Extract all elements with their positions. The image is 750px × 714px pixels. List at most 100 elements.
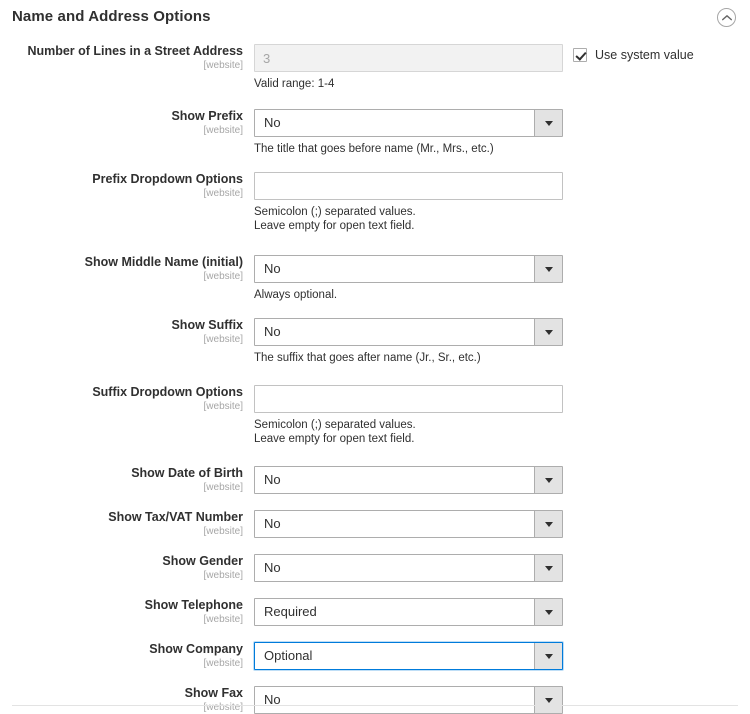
field-note: Semicolon (;) separated values.Leave emp…	[254, 205, 750, 233]
select-selected-value: No	[264, 687, 281, 713]
field-note-line: Leave empty for open text field.	[254, 219, 750, 233]
show_gender-select[interactable]: No	[254, 554, 563, 582]
field-scope-label: [website]	[0, 124, 243, 137]
field-label-suffix_dropdown_options: Suffix Dropdown Options[website]	[0, 385, 243, 413]
show_dob-select[interactable]: No	[254, 466, 563, 494]
chevron-down-icon[interactable]	[534, 467, 562, 493]
use-system-value-checkbox[interactable]	[573, 48, 587, 62]
select-selected-value: No	[264, 555, 281, 581]
field-control: No	[243, 554, 750, 582]
select-selected-value: Optional	[264, 643, 312, 669]
field-note-line: Always optional.	[254, 288, 750, 302]
select-selected-value: No	[264, 511, 281, 537]
prefix_dropdown_options-input[interactable]	[254, 172, 563, 200]
chevron-down-icon[interactable]	[534, 511, 562, 537]
show_fax-select[interactable]: No	[254, 686, 563, 714]
field-control: Use system value Valid range: 1-4	[243, 44, 750, 91]
field-label-show_taxvat: Show Tax/VAT Number[website]	[0, 510, 243, 538]
field-control: NoThe title that goes before name (Mr., …	[243, 109, 750, 156]
field-row-show_taxvat: Show Tax/VAT Number[website] No	[0, 510, 750, 538]
field-scope-label: [website]	[0, 333, 243, 346]
chevron-down-icon[interactable]	[534, 256, 562, 282]
field-inner: Show Tax/VAT Number[website] No	[0, 510, 750, 538]
field-row-show_gender: Show Gender[website] No	[0, 554, 750, 582]
field-scope-label: [website]	[0, 187, 243, 200]
field-inner: Show Telephone[website] Required	[0, 598, 750, 626]
field-label-show_gender: Show Gender[website]	[0, 554, 243, 582]
field-row-show_telephone: Show Telephone[website] Required	[0, 598, 750, 626]
field-scope-label: [website]	[0, 400, 243, 413]
chevron-down-icon[interactable]	[534, 555, 562, 581]
field-note-line: Semicolon (;) separated values.	[254, 418, 750, 432]
show_prefix-select[interactable]: No	[254, 109, 563, 137]
select-selected-value: No	[264, 110, 281, 136]
field-inner: Show Date of Birth[website] No	[0, 466, 750, 494]
select-selected-value: No	[264, 319, 281, 345]
chevron-down-icon[interactable]	[534, 687, 562, 713]
field-inner: Show Company[website] Optional	[0, 642, 750, 670]
field-scope-label: [website]	[0, 701, 243, 714]
field-label-show_dob: Show Date of Birth[website]	[0, 466, 243, 494]
field-scope-label: [website]	[0, 525, 243, 538]
field-inner: Prefix Dropdown Options[website] Semicolo…	[0, 172, 750, 233]
field-inner: Number of Lines in a Street Address[webs…	[0, 44, 750, 91]
field-note: Valid range: 1-4	[254, 77, 750, 91]
show_taxvat-select[interactable]: No	[254, 510, 563, 538]
field-note-line: Leave empty for open text field.	[254, 432, 750, 446]
field-note: Semicolon (;) separated values.Leave emp…	[254, 418, 750, 446]
field-row-show_middle_name: Show Middle Name (initial)[website]NoAlw…	[0, 255, 750, 302]
field-label-text: Show Telephone	[0, 598, 243, 613]
show_suffix-select[interactable]: No	[254, 318, 563, 346]
suffix_dropdown_options-input[interactable]	[254, 385, 563, 413]
field-inner: Show Middle Name (initial)[website]NoAlw…	[0, 255, 750, 302]
field-row-prefix_dropdown_options: Prefix Dropdown Options[website] Semicolo…	[0, 172, 750, 233]
field-row-show_fax: Show Fax[website] No	[0, 686, 750, 714]
field-note: The suffix that goes after name (Jr., Sr…	[254, 351, 750, 365]
street_lines-input	[254, 44, 563, 72]
select-selected-value: No	[264, 467, 281, 493]
field-inner: Show Prefix[website]NoThe title that goe…	[0, 109, 750, 156]
show_telephone-select[interactable]: Required	[254, 598, 563, 626]
field-inner: Show Gender[website] No	[0, 554, 750, 582]
page-title: Name and Address Options	[12, 8, 211, 25]
field-control: No	[243, 466, 750, 494]
field-control: Required	[243, 598, 750, 626]
field-note-line: Valid range: 1-4	[254, 77, 750, 91]
field-inner: Suffix Dropdown Options[website] Semicolo…	[0, 385, 750, 446]
field-label-text: Number of Lines in a Street Address	[0, 44, 243, 59]
field-label-text: Suffix Dropdown Options	[0, 385, 243, 400]
field-row-suffix_dropdown_options: Suffix Dropdown Options[website] Semicolo…	[0, 385, 750, 446]
chevron-down-icon[interactable]	[534, 110, 562, 136]
field-note-line: Semicolon (;) separated values.	[254, 205, 750, 219]
chevron-down-icon[interactable]	[534, 643, 562, 669]
chevron-down-icon[interactable]	[534, 599, 562, 625]
field-control: Semicolon (;) separated values.Leave emp…	[243, 172, 750, 233]
field-inner: Show Suffix[website]NoThe suffix that go…	[0, 318, 750, 365]
field-label-text: Prefix Dropdown Options	[0, 172, 243, 187]
field-scope-label: [website]	[0, 481, 243, 494]
field-inner: Show Fax[website] No	[0, 686, 750, 714]
field-label-text: Show Prefix	[0, 109, 243, 124]
chevron-down-icon[interactable]	[534, 319, 562, 345]
field-control: No	[243, 686, 750, 714]
field-label-show_fax: Show Fax[website]	[0, 686, 243, 714]
field-label-text: Show Company	[0, 642, 243, 657]
select-selected-value: No	[264, 256, 281, 282]
name-and-address-options-form: Number of Lines in a Street Address[webs…	[0, 35, 750, 714]
field-note-line: The suffix that goes after name (Jr., Sr…	[254, 351, 750, 365]
field-label-text: Show Date of Birth	[0, 466, 243, 481]
field-label-prefix_dropdown_options: Prefix Dropdown Options[website]	[0, 172, 243, 200]
show_middle_name-select[interactable]: No	[254, 255, 563, 283]
chevron-up-circle-icon[interactable]	[717, 8, 736, 27]
field-control: No The suffix that goes after name (Jr., …	[243, 318, 750, 365]
use-system-value-group: Use system value	[573, 48, 694, 62]
field-row-show_company: Show Company[website] Optional	[0, 642, 750, 670]
field-scope-label: [website]	[0, 59, 243, 72]
field-scope-label: [website]	[0, 657, 243, 670]
field-label-show_company: Show Company[website]	[0, 642, 243, 670]
field-control: Semicolon (;) separated values.Leave emp…	[243, 385, 750, 446]
field-label-text: Show Tax/VAT Number	[0, 510, 243, 525]
field-scope-label: [website]	[0, 613, 243, 626]
field-row-street_lines: Number of Lines in a Street Address[webs…	[0, 44, 750, 91]
show_company-select[interactable]: Optional	[254, 642, 563, 670]
